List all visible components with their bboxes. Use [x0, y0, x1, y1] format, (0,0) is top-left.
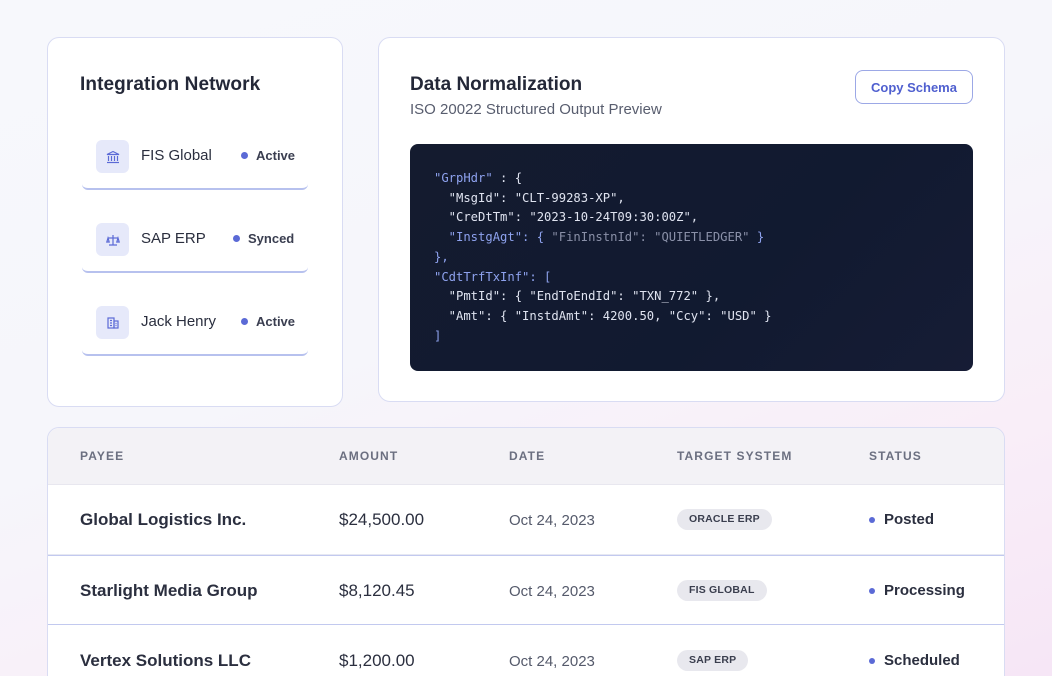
status-dot — [241, 152, 248, 159]
transactions-table: PAYEE AMOUNT DATE TARGET SYSTEM STATUS G… — [47, 427, 1005, 676]
data-normalization-subtitle: ISO 20022 Structured Output Preview — [410, 101, 662, 118]
column-header-payee[interactable]: PAYEE — [80, 449, 124, 463]
status-dot — [241, 318, 248, 325]
date-cell: Oct 24, 2023 — [509, 653, 595, 670]
integration-item-jack-henry[interactable]: Jack Henry Active — [82, 306, 308, 356]
integration-network-card: Integration Network FIS Global Active SA… — [47, 37, 343, 407]
bank-icon — [96, 140, 129, 173]
date-cell: Oct 24, 2023 — [509, 583, 595, 600]
payee-cell: Vertex Solutions LLC — [80, 651, 251, 670]
amount-cell: $1,200.00 — [339, 651, 415, 670]
payee-cell: Starlight Media Group — [80, 581, 258, 600]
integration-item-name: FIS Global — [141, 147, 212, 164]
data-normalization-title: Data Normalization — [410, 74, 583, 95]
data-normalization-card: Data Normalization ISO 20022 Structured … — [378, 37, 1005, 402]
code-preview: "GrpHdr" : { "MsgId": "CLT-99283-XP", "C… — [410, 144, 973, 371]
target-system-badge: ORACLE ERP — [677, 509, 772, 530]
table-row[interactable]: Global Logistics Inc. $24,500.00 Oct 24,… — [48, 485, 1004, 555]
table-header: PAYEE AMOUNT DATE TARGET SYSTEM STATUS — [48, 428, 1004, 485]
status-dot — [869, 588, 875, 594]
target-system-badge: SAP ERP — [677, 650, 749, 671]
status-cell: Posted — [869, 511, 934, 528]
status-dot — [869, 658, 875, 664]
column-header-amount[interactable]: AMOUNT — [339, 449, 398, 463]
integration-network-title: Integration Network — [80, 74, 261, 95]
table-row[interactable]: Vertex Solutions LLC $1,200.00 Oct 24, 2… — [48, 626, 1004, 676]
column-header-date[interactable]: DATE — [509, 449, 545, 463]
copy-schema-button[interactable]: Copy Schema — [855, 70, 973, 104]
amount-cell: $8,120.45 — [339, 581, 415, 600]
status-badge: Active — [241, 148, 295, 163]
scale-icon — [96, 223, 129, 256]
building-icon — [96, 306, 129, 339]
status-cell: Processing — [869, 582, 965, 599]
column-header-status[interactable]: STATUS — [869, 449, 922, 463]
status-dot — [869, 517, 875, 523]
status-cell: Scheduled — [869, 652, 960, 669]
integration-item-name: SAP ERP — [141, 230, 206, 247]
column-header-target-system[interactable]: TARGET SYSTEM — [677, 449, 792, 463]
status-dot — [233, 235, 240, 242]
date-cell: Oct 24, 2023 — [509, 512, 595, 529]
payee-cell: Global Logistics Inc. — [80, 510, 247, 529]
target-system-badge: FIS GLOBAL — [677, 580, 767, 601]
integration-item-name: Jack Henry — [141, 313, 217, 330]
amount-cell: $24,500.00 — [339, 510, 425, 529]
status-badge: Synced — [233, 231, 294, 246]
integration-item-sap-erp[interactable]: SAP ERP Synced — [82, 223, 308, 273]
integration-item-fis-global[interactable]: FIS Global Active — [82, 140, 308, 190]
table-row[interactable]: Starlight Media Group $8,120.45 Oct 24, … — [48, 555, 1004, 625]
status-badge: Active — [241, 314, 295, 329]
